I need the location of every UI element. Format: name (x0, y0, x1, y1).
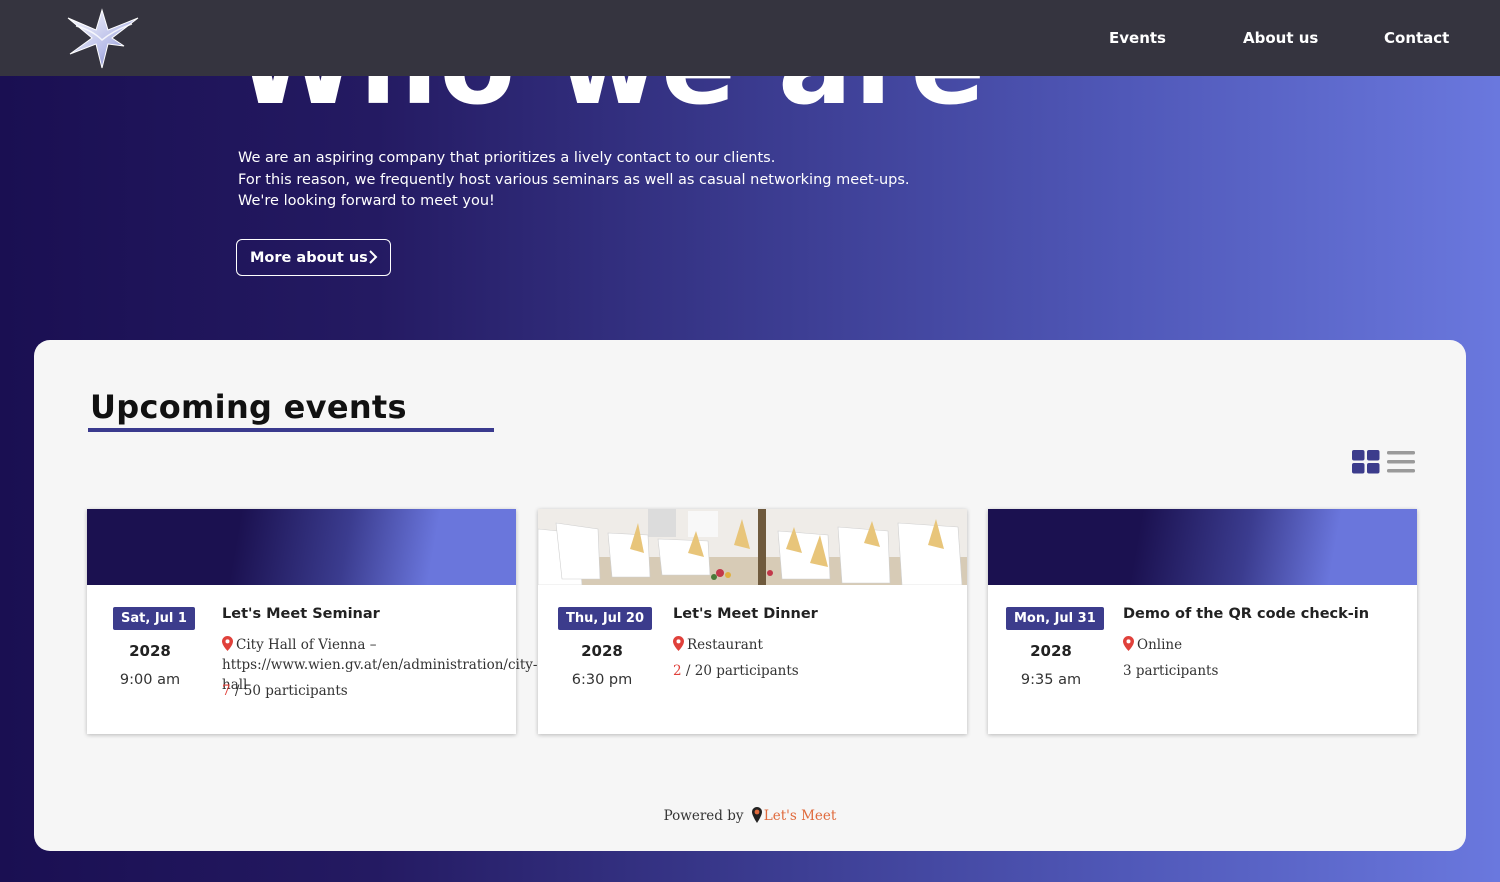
nav-events-link[interactable]: Events (1109, 29, 1169, 47)
event-title[interactable]: Let's Meet Dinner (673, 606, 953, 622)
event-location-text: Online (1137, 637, 1183, 653)
hero-line-1: We are an aspiring company that prioriti… (238, 150, 776, 166)
location-pin-icon (1123, 636, 1134, 651)
event-card[interactable]: Thu, Jul 20 2028 6:30 pm Let's Meet Dinn… (538, 509, 967, 734)
more-about-us-label: More about us (250, 249, 368, 266)
events-panel: Upcoming events Sat, Jul 1 2028 9:00 am … (34, 340, 1466, 851)
event-time: 9:35 am (1020, 672, 1082, 688)
event-location: Online (1123, 635, 1403, 655)
top-navigation-bar: Events About us Contact (0, 0, 1500, 76)
event-year: 2028 (1030, 642, 1072, 660)
event-time: 6:30 pm (571, 672, 633, 688)
event-year: 2028 (581, 642, 623, 660)
event-participants: 7 / 50 participants (222, 683, 502, 699)
logo-star-icon[interactable] (62, 6, 142, 70)
event-time: 9:00 am (119, 672, 181, 688)
registered-count: 2 (673, 663, 682, 679)
event-card[interactable]: Sat, Jul 1 2028 9:00 am Let's Meet Semin… (87, 509, 537, 734)
event-date-badge: Sat, Jul 1 (113, 607, 195, 630)
view-toggle (1352, 450, 1415, 474)
event-date-badge: Thu, Jul 20 (558, 607, 653, 630)
hero-line-2: For this reason, we frequently host vari… (238, 171, 910, 188)
event-title[interactable]: Demo of the QR code check-in (1123, 606, 1403, 622)
capacity-text: / 50 participants (230, 683, 348, 699)
powered-by-label: Powered by (663, 808, 744, 824)
capacity-text: / 20 participants (681, 663, 799, 679)
nav-contact-link[interactable]: Contact (1384, 29, 1454, 47)
hero-description: We are an aspiring company that prioriti… (238, 148, 938, 213)
chevron-right-icon (369, 250, 378, 264)
section-title: Upcoming events (90, 388, 407, 426)
event-photo (538, 509, 967, 585)
location-pin-icon (673, 636, 684, 651)
event-location-text: Restaurant (687, 637, 763, 653)
location-pin-icon (222, 636, 233, 651)
title-underline (88, 428, 494, 432)
restaurant-photo-image (538, 509, 967, 585)
grid-view-icon[interactable] (1352, 450, 1380, 474)
event-banner (988, 509, 1417, 585)
event-year: 2028 (129, 642, 171, 660)
event-location: Restaurant (673, 635, 953, 655)
event-participants: 2 / 20 participants (673, 663, 953, 679)
powered-by-footer: Powered by Let's Meet (34, 807, 1466, 824)
registered-count: 7 (222, 683, 231, 699)
event-participants: 3 participants (1123, 663, 1219, 679)
event-date-badge: Mon, Jul 31 (1006, 607, 1104, 630)
lets-meet-link[interactable]: Let's Meet (764, 808, 837, 824)
lets-meet-logo-icon (751, 807, 762, 823)
list-view-icon[interactable] (1387, 450, 1415, 474)
nav-about-link[interactable]: About us (1243, 29, 1323, 47)
event-card[interactable]: Mon, Jul 31 2028 9:35 am Demo of the QR … (988, 509, 1417, 734)
more-about-us-button[interactable]: More about us (236, 239, 391, 276)
event-title[interactable]: Let's Meet Seminar (222, 606, 502, 622)
event-banner (87, 509, 516, 585)
hero-line-3: We're looking forward to meet you! (238, 193, 495, 209)
